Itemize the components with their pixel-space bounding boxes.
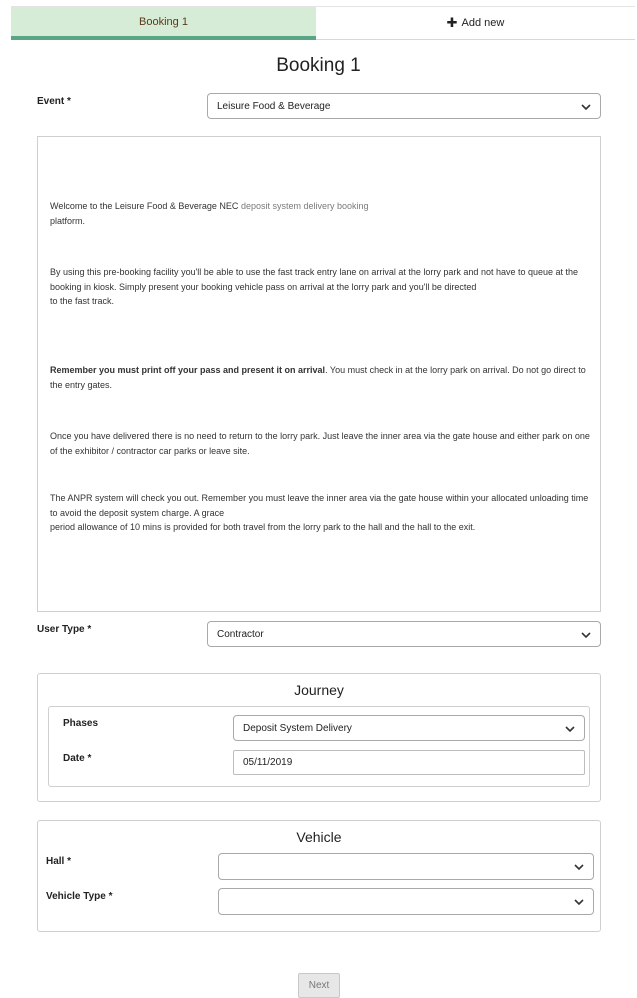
user-type-select-value: Contractor [217, 628, 264, 640]
info-paragraph-remember: Remember you must print off your pass an… [50, 363, 590, 392]
tab-booking-1[interactable]: Booking 1 [11, 7, 316, 40]
date-input[interactable]: 05/11/2019 [233, 750, 585, 775]
journey-panel: Journey Phases Deposit System Delivery D… [37, 673, 601, 802]
vehicle-title: Vehicle [296, 829, 342, 845]
event-select-value: Leisure Food & Beverage [217, 100, 331, 112]
info-paragraph-welcome: Welcome to the Leisure Food & Beverage N… [50, 199, 590, 228]
tab-add-new[interactable]: ✚ Add new [316, 7, 635, 40]
hall-select[interactable] [218, 853, 594, 880]
info-prebooking-text: By using this pre-booking facility you'l… [50, 267, 579, 292]
next-button-label: Next [308, 980, 330, 991]
vehicle-type-label: Vehicle Type * [46, 891, 113, 902]
event-select[interactable]: Leisure Food & Beverage [207, 93, 601, 119]
date-label: Date * [63, 753, 92, 764]
info-prebooking-end: to the fast track. [50, 296, 115, 306]
info-welcome-end: platform. [50, 215, 86, 226]
phases-select-value: Deposit System Delivery [243, 722, 352, 734]
info-paragraph-delivered: Once you have delivered there is no need… [50, 429, 590, 458]
info-anpr-end: period allowance of 10 mins is provided … [50, 522, 476, 532]
info-text-box: Welcome to the Leisure Food & Beverage N… [37, 136, 601, 612]
hall-label: Hall * [46, 856, 72, 867]
chevron-down-icon [581, 632, 591, 639]
journey-title: Journey [294, 682, 344, 698]
info-anpr-text: The ANPR system will check you out. Reme… [50, 493, 589, 518]
vehicle-panel: Vehicle Hall * Vehicle Type * [37, 820, 601, 932]
user-type-select[interactable]: Contractor [207, 621, 601, 647]
tab-add-new-label: Add new [461, 17, 505, 29]
next-button[interactable]: Next [298, 973, 340, 998]
event-label: Event * [37, 96, 71, 107]
info-remember-bold: Remember you must print off your pass an… [50, 365, 326, 375]
info-delivered-text: Once you have delivered there is no need… [50, 431, 590, 456]
booking-tabs: Booking 1 ✚ Add new [11, 6, 635, 40]
user-type-label: User Type * [37, 624, 92, 635]
page-title: Booking 1 [276, 55, 361, 76]
info-welcome-muted: deposit system delivery booking [240, 201, 369, 211]
phases-label: Phases [63, 718, 99, 729]
chevron-down-icon [574, 864, 584, 871]
chevron-down-icon [574, 899, 584, 906]
tab-booking-1-label: Booking 1 [139, 15, 188, 28]
phases-select[interactable]: Deposit System Delivery [233, 715, 585, 741]
chevron-down-icon [581, 104, 591, 111]
info-paragraph-prebooking: By using this pre-booking facility you'l… [50, 265, 590, 309]
journey-inner-panel: Phases Deposit System Delivery Date * 05… [48, 706, 590, 787]
info-paragraph-anpr: The ANPR system will check you out. Reme… [50, 491, 590, 535]
info-welcome-text: Welcome to the Leisure Food & Beverage N… [50, 201, 241, 211]
chevron-down-icon [565, 726, 575, 733]
vehicle-type-select[interactable] [218, 888, 594, 915]
plus-icon: ✚ [446, 15, 458, 30]
date-input-value: 05/11/2019 [243, 757, 293, 768]
